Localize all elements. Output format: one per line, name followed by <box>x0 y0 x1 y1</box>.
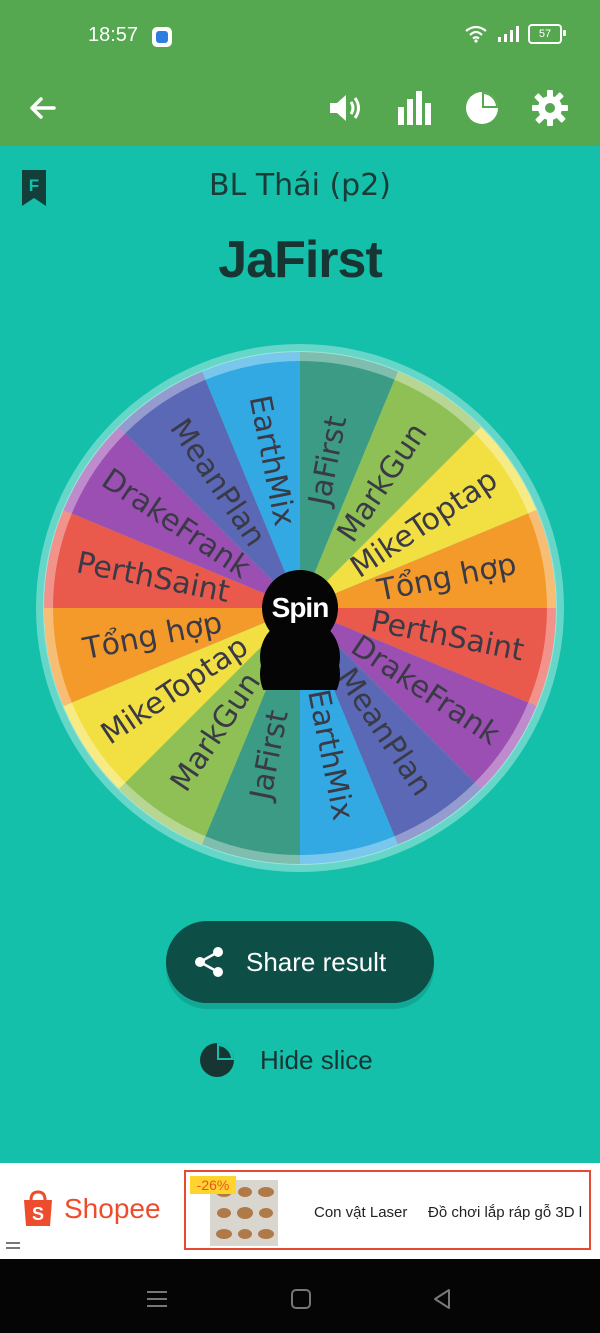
bar-chart-icon[interactable] <box>392 86 436 130</box>
hide-slice-label: Hide slice <box>260 1044 373 1075</box>
discount-badge: -26% <box>190 1176 236 1194</box>
ad-product-title: Con vật Laser <box>314 1204 408 1221</box>
signal-icon <box>498 26 519 42</box>
svg-text:S: S <box>32 1204 44 1224</box>
ad-product-card[interactable]: -26% Con vật Laser Đồ chơi lắp ráp gỗ 3D… <box>184 1170 591 1250</box>
app-toolbar <box>0 72 600 146</box>
share-icon <box>195 947 223 977</box>
status-bar: 18:57 57 <box>0 0 600 72</box>
system-nav-bar <box>0 1259 600 1333</box>
menu-icon[interactable] <box>6 1241 20 1251</box>
pie-chart-icon <box>200 1043 234 1077</box>
ad-product-description: Đồ chơi lắp ráp gỗ 3D l <box>428 1204 583 1221</box>
status-icons: 57 <box>464 24 566 44</box>
home-icon[interactable] <box>289 1287 313 1311</box>
menu-icon[interactable] <box>145 1287 169 1311</box>
shopping-bag-icon: S <box>24 1190 52 1226</box>
shopee-logo[interactable]: S Shopee <box>20 1187 190 1231</box>
share-result-label: Share result <box>246 947 387 977</box>
shopee-brand: Shopee <box>64 1193 161 1224</box>
spin-result: JaFirst <box>218 231 383 289</box>
back-arrow-icon[interactable] <box>20 86 64 130</box>
spin-label: Spin <box>271 592 330 623</box>
ad-banner[interactable]: S Shopee -26% Con vật Laser Đồ chơi lắp … <box>0 1163 600 1259</box>
share-result-button[interactable]: Share result <box>166 921 434 1003</box>
back-nav-icon[interactable] <box>431 1287 455 1311</box>
gear-icon[interactable] <box>528 86 572 130</box>
volume-icon[interactable] <box>325 86 369 130</box>
wheel-title: BL Thái (p2) <box>209 168 391 203</box>
pie-chart-icon[interactable] <box>460 86 504 130</box>
spin-wheel[interactable]: JaFirst MarkGun MikeToptap Tổng hợp PerthSai… <box>34 342 566 874</box>
battery-icon: 57 <box>528 24 566 44</box>
wifi-icon <box>465 25 487 43</box>
hide-slice-button[interactable]: Hide slice <box>198 1038 418 1082</box>
battery-level: 57 <box>538 28 552 40</box>
status-time: 18:57 <box>88 24 139 46</box>
app-icon <box>152 27 172 47</box>
